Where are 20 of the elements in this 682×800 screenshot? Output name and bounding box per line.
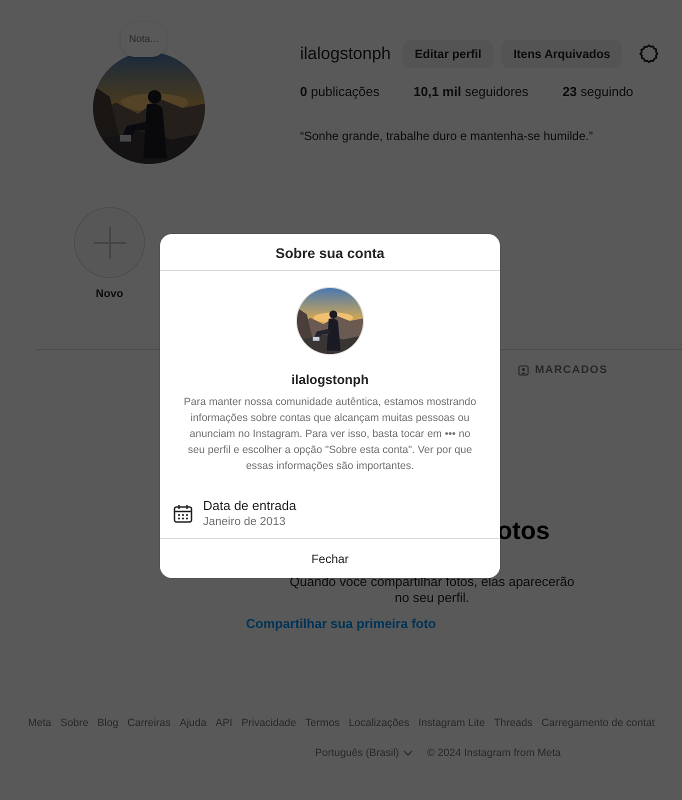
empty-state-title: otos [497, 516, 551, 546]
dialog-username: ilalogstonph [290, 372, 370, 387]
chevron-down-icon [403, 749, 414, 757]
bio-text: “Sonhe grande, trabalhe duro e mantenha-se humilde.” [300, 129, 594, 143]
detail-value: Janeiro de 2013 [203, 515, 286, 530]
dialog-title: Sobre sua conta [160, 234, 500, 271]
share-photo-link[interactable]: Compartilhar sua primeira foto [246, 616, 436, 631]
edit-profile-button[interactable]: Editar perfil [402, 40, 494, 68]
dialog-description: Para manter nossa comunidade autêntica, estamos mostrando informações sobre contas que alcançam muitas pessoas ou anunciam no Instagram. Para ver isso, basta tocar em ••• no seu perfil e escolher a opção "Sobre esta conta". Ver por que essas informações são importantes. [182, 395, 478, 474]
stat-text[interactable]: 10,1 mil seguidores [414, 84, 528, 99]
username: ilalogstonph [300, 44, 391, 64]
highlight-label: Novo [96, 288, 124, 300]
settings-icon[interactable] [638, 43, 660, 65]
archived-items-button[interactable]: Itens Arquivados [501, 40, 622, 68]
calendar-icon [173, 504, 193, 524]
close-button[interactable]: Fechar [160, 538, 500, 578]
detail-label: Data de entrada [203, 498, 296, 514]
stat-text[interactable]: 23 seguindo [562, 84, 634, 99]
stat-text[interactable]: 0 publicações [300, 84, 380, 99]
tag-icon [518, 364, 529, 376]
